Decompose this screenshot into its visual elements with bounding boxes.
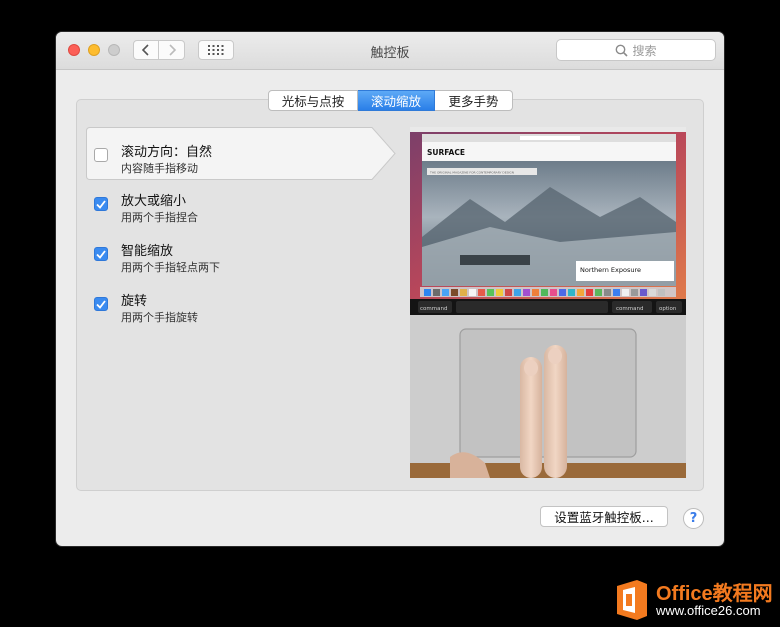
checkbox-rotate[interactable]	[94, 297, 108, 311]
help-button[interactable]: ?	[683, 508, 704, 529]
option-subtitle: 用两个手指轻点两下	[121, 261, 220, 274]
tab-point-click[interactable]: 光标与点按	[268, 90, 358, 111]
key-command-left: command	[420, 306, 447, 312]
title-bar: 触控板 搜索	[56, 32, 724, 70]
option-title: 放大或缩小	[121, 194, 187, 209]
checkmark-icon	[96, 249, 106, 259]
setup-bluetooth-trackpad-button[interactable]: 设置蓝牙触控板...	[540, 506, 668, 527]
search-placeholder: 搜索	[632, 43, 657, 58]
option-subtitle: 内容随手指移动	[121, 162, 198, 175]
key-command-right: command	[616, 306, 643, 312]
checkbox-zoom[interactable]	[94, 197, 108, 211]
watermark: Office教程网 www.office26.com	[613, 574, 778, 626]
search-icon	[616, 44, 629, 57]
preview-illustration: SURFACE THE ORIGINAL MAGAZINE FOR CONTEM…	[410, 127, 686, 478]
tab-bar: 光标与点按 滚动缩放 更多手势	[268, 90, 513, 111]
watermark-brand: Office教程网	[656, 583, 773, 605]
office-logo-icon	[617, 580, 647, 620]
site-name: SURFACE	[427, 148, 465, 157]
checkmark-icon	[96, 199, 106, 209]
watermark-url: www.office26.com	[656, 603, 761, 618]
tab-scroll-zoom[interactable]: 滚动缩放	[358, 90, 435, 111]
gesture-preview: SURFACE THE ORIGINAL MAGAZINE FOR CONTEM…	[410, 127, 686, 478]
site-tagline: THE ORIGINAL MAGAZINE FOR CONTEMPORARY D…	[429, 171, 514, 175]
search-field[interactable]: 搜索	[556, 39, 716, 61]
option-title: 智能缩放	[121, 244, 174, 259]
checkbox-smart-zoom[interactable]	[94, 247, 108, 261]
key-option: option	[659, 306, 677, 312]
checkbox-scroll-direction[interactable]	[94, 148, 108, 162]
option-title: 滚动方向：自然	[121, 145, 213, 160]
option-subtitle: 用两个手指旋转	[121, 311, 198, 324]
tab-more-gestures[interactable]: 更多手势	[435, 90, 513, 111]
checkmark-icon	[96, 299, 106, 309]
article-title: Northern Exposure	[580, 266, 641, 274]
option-subtitle: 用两个手指捏合	[121, 211, 198, 224]
preferences-window: 触控板 搜索 光标与点按 滚动缩放 更多手势 滚动方向：自然 内容随手指移动 放…	[56, 32, 724, 546]
option-title: 旋转	[121, 294, 148, 309]
